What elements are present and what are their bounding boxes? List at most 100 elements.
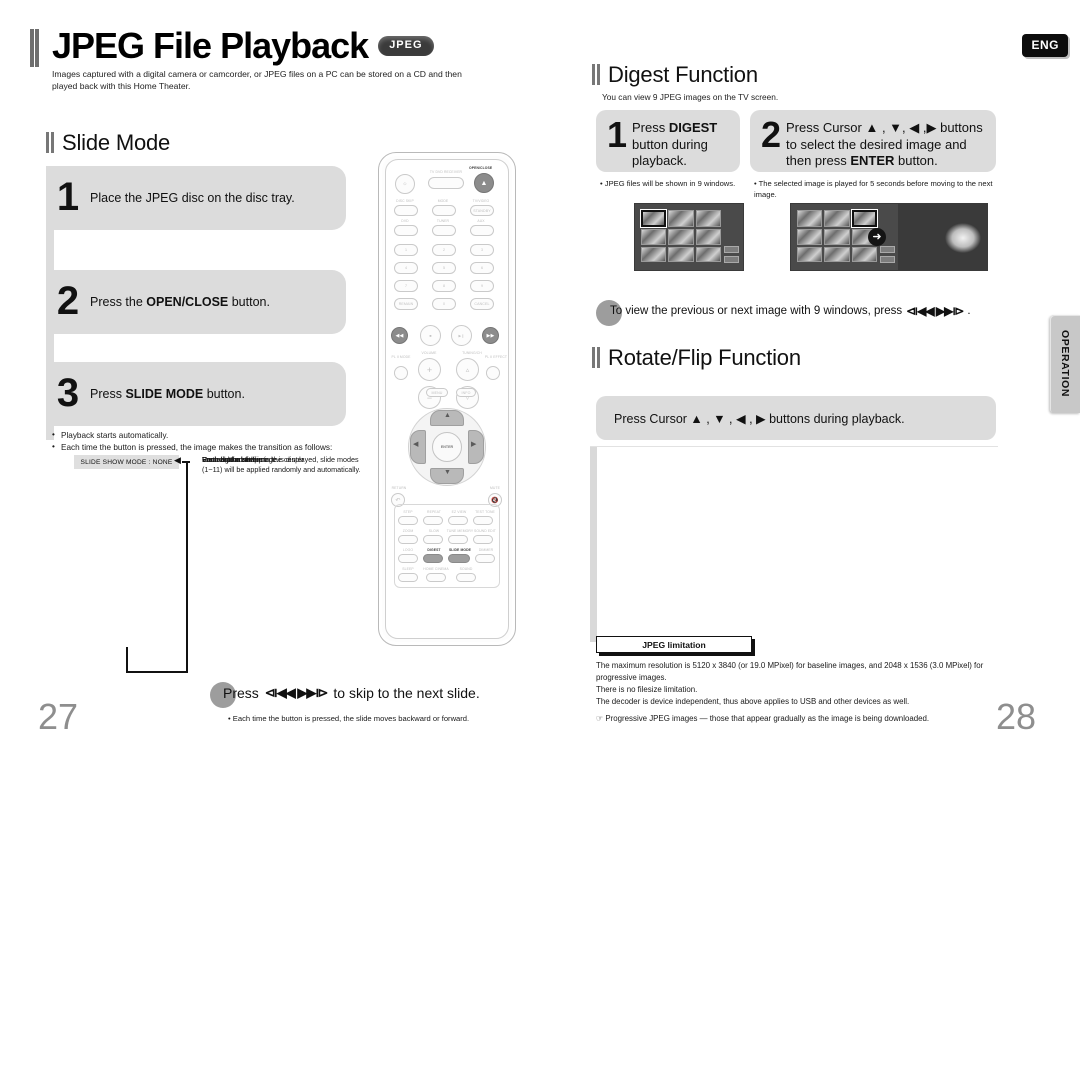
stop-button: ■ — [420, 325, 441, 346]
number-8-button: 8 — [432, 280, 456, 292]
jpeg-badge: JPEG — [378, 36, 434, 56]
rotate-flip-heading: Rotate/Flip Function — [592, 345, 801, 371]
digest-button — [423, 554, 443, 563]
dpad-right-icon: ▶ — [471, 441, 477, 448]
tv-screen-full-image — [898, 203, 988, 271]
play-pause-button: ▶❙ — [451, 325, 472, 346]
language-badge: ENG — [1022, 34, 1068, 57]
number-6-button: 6 — [470, 262, 494, 274]
page-title-block: JPEG File Playback JPEG — [30, 26, 434, 67]
skip-note: • Each time the button is pressed, the s… — [228, 714, 470, 723]
ez-view-button — [448, 516, 468, 525]
number-2-button: 2 — [432, 244, 456, 256]
step-number: 1 — [56, 175, 80, 219]
logo-label: LOGO — [402, 548, 414, 552]
step-label: STEP — [403, 510, 413, 514]
number-9-button: 9 — [470, 280, 494, 292]
dvd-button — [394, 225, 418, 236]
enter-label: ENTER — [440, 445, 454, 449]
step-number: 3 — [56, 371, 80, 415]
number-3-button: 3 — [470, 244, 494, 256]
step-text: Press DIGEST button during playback. — [632, 120, 718, 169]
test-tone-label: TEST TONE — [475, 510, 495, 514]
view-instruction-text: To view the previous or next image with … — [610, 304, 971, 318]
skip-instruction-text: Press ⧏◀◀ ▶▶⧐ to skip to the next slide. — [223, 685, 480, 701]
rotate-flip-diagram: Original Image ▲ button: Flip Vertically… — [590, 446, 998, 642]
repeat-label: REPEAT — [427, 510, 441, 514]
number-0-button: 0 — [432, 298, 456, 310]
section-tab-operation: OPERATION — [1050, 315, 1080, 413]
note-item: Each time the button is pressed, the ima… — [52, 441, 382, 454]
step-text: Place the JPEG disc on the disc tray. — [90, 190, 295, 205]
page-number-right: 28 — [996, 696, 1037, 737]
step-number: 2 — [56, 279, 80, 323]
cancel-button: CANCEL — [470, 298, 494, 310]
pl2-effect-button — [486, 366, 500, 380]
tune-memory-button — [448, 535, 468, 544]
digest-step-2-note: The selected image is played for 5 secon… — [754, 178, 994, 200]
jpeg-limitation-footnote: ☞ Progressive JPEG images — those that a… — [596, 714, 930, 723]
mode-label: MODE — [437, 199, 449, 203]
slide-mode-label: SLIDE MODE — [448, 548, 472, 552]
step-connector — [46, 334, 54, 362]
slide-step-2: 2 Press the OPEN/CLOSE button. — [46, 270, 346, 334]
pl2-mode-label: PL II MODE — [391, 355, 411, 359]
section-mark-icon — [592, 347, 600, 368]
step-text: Press the OPEN/CLOSE button. — [90, 294, 270, 309]
step-number: 1 — [606, 114, 628, 155]
skip-backward-button: ◀◀ — [391, 327, 408, 344]
zoom-button — [398, 535, 418, 544]
zoom-label: ZOOM — [402, 529, 414, 533]
limitation-line: The maximum resolution is 5120 x 3840 (o… — [596, 661, 984, 682]
tv-video-label: TV/VIDEO — [472, 199, 490, 203]
page-title-text: JPEG File Playback — [52, 25, 369, 66]
flow-pill: SLIDE SHOW MODE : NONE — [74, 455, 179, 469]
return-label: RETURN — [391, 486, 407, 490]
dpad-down-icon: ▼ — [444, 469, 451, 476]
slide-mode-button — [448, 554, 470, 563]
sound-label: SOUND — [459, 567, 473, 571]
step-number: 2 — [760, 114, 782, 155]
open-close-label: OPEN/CLOSE — [469, 166, 493, 170]
limitation-line: The decoder is device independent, thus … — [596, 696, 910, 706]
section-mark-icon — [46, 132, 54, 153]
volume-up-button: + — [418, 358, 441, 381]
number-4-button: 4 — [394, 262, 418, 274]
page-title: JPEG File Playback JPEG — [52, 26, 434, 66]
manual-page: JPEG File Playback JPEG Images captured … — [0, 0, 1080, 753]
step-connector — [46, 230, 54, 270]
tv-video-button: STANDBY — [470, 205, 494, 216]
home-cinema-label: HOME CINEMA — [423, 567, 449, 571]
sound-edit-button — [473, 535, 493, 544]
power-button: ⏻ — [395, 174, 415, 194]
dpad-up-icon: ▲ — [444, 412, 451, 419]
jpeg-limitation-text: The maximum resolution is 5120 x 3840 (o… — [596, 660, 988, 707]
note-item: Playback starts automatically. — [52, 429, 382, 442]
step-button — [398, 516, 418, 525]
slow-label: SLOW — [428, 529, 440, 533]
menu-button: MENU — [426, 388, 448, 397]
sound-edit-label: SOUND EDIT — [474, 529, 496, 533]
skip-icons: ⧏◀◀ ▶▶⧐ — [264, 685, 329, 700]
tv-dvd-selector — [428, 177, 464, 189]
view-prev-next-instruction: To view the previous or next image with … — [596, 298, 996, 332]
digest-subtitle: You can view 9 JPEG images on the TV scr… — [602, 92, 779, 102]
flow-desc: Cancels the slide mode. — [202, 455, 279, 464]
digest-step-1: 1 Press DIGEST button during playback. — [596, 110, 740, 172]
tv-side-indicator — [724, 246, 739, 253]
flow-loop-arrow-icon: ◀ — [174, 455, 181, 465]
remain-button: REMAIN — [394, 298, 418, 310]
ez-view-label: EZ VIEW — [451, 510, 467, 514]
number-5-button: 5 — [432, 262, 456, 274]
logo-button — [398, 554, 418, 563]
digest-function-heading: Digest Function — [592, 62, 758, 88]
pointing-hand-icon: ☞ — [596, 714, 604, 723]
section-mark-icon — [592, 64, 600, 85]
digest-step-1-note: JPEG files will be shown in 9 windows. — [600, 178, 740, 189]
remote-control-illustration: ⏻ TV DVD RECEIVER OPEN/CLOSE ▲ DISC SKIP… — [378, 152, 516, 646]
number-1-button: 1 — [394, 244, 418, 256]
title-accent-bar — [30, 29, 39, 67]
volume-label: VOLUME — [421, 351, 437, 355]
open-close-button: ▲ — [474, 173, 494, 193]
mute-label: MUTE — [489, 486, 500, 490]
